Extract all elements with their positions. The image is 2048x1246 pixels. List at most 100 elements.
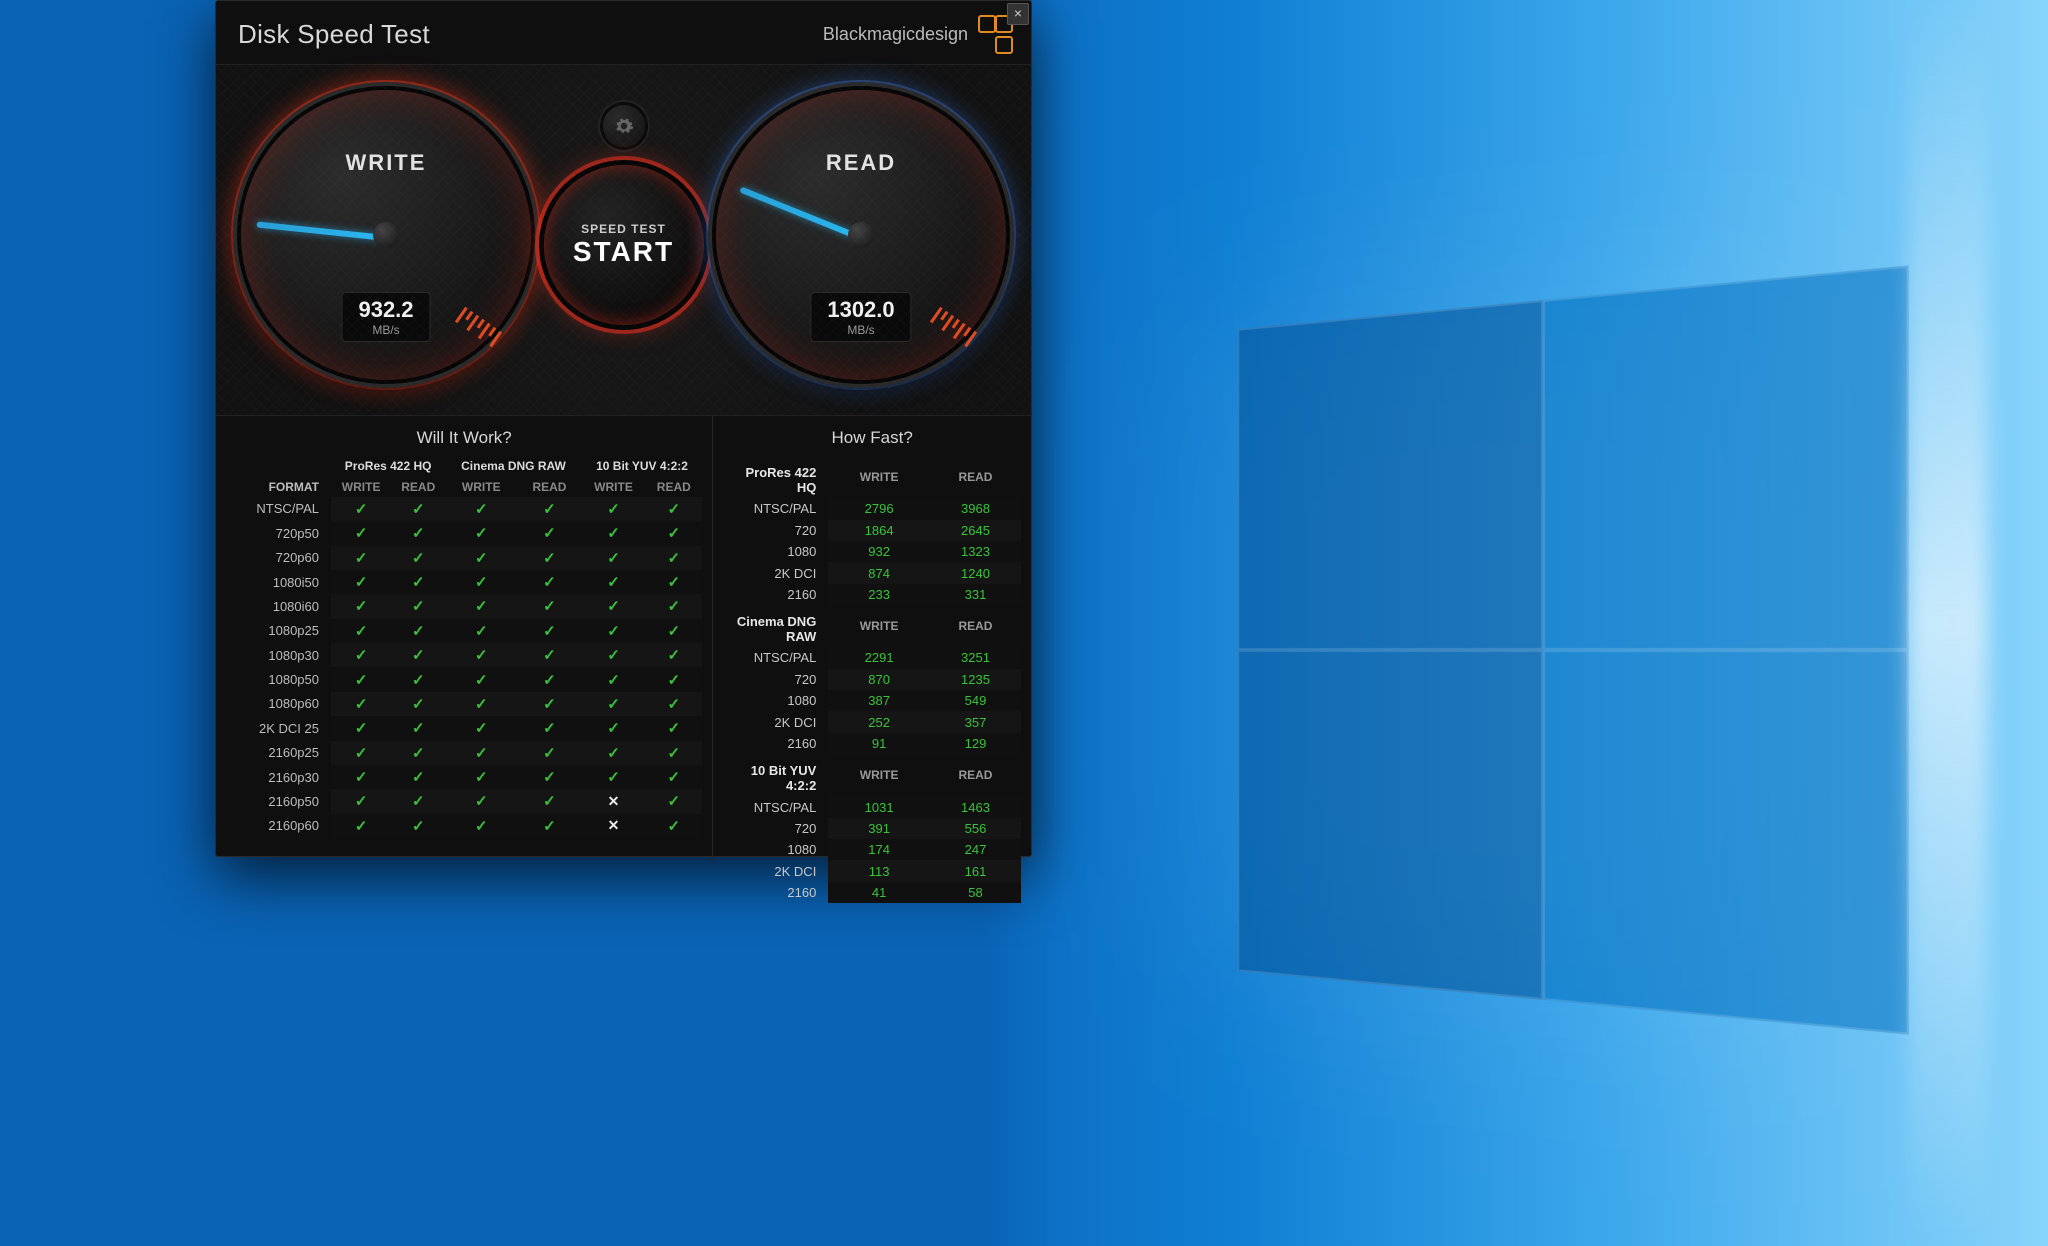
- check-icon: ✓: [475, 501, 488, 518]
- start-button[interactable]: SPEED TEST START: [544, 165, 704, 325]
- check-icon: ✓: [412, 525, 425, 542]
- howfast-label: 720: [723, 520, 828, 541]
- subcol-header: READ: [517, 476, 581, 496]
- check-icon: ✓: [412, 501, 425, 518]
- check-icon: ✓: [475, 793, 488, 810]
- howfast-read: 247: [930, 839, 1021, 860]
- format-label: 1080p30: [226, 643, 331, 667]
- check-icon: ✓: [607, 574, 620, 591]
- support-cell: ✓: [391, 667, 445, 691]
- support-cell: ✓: [517, 667, 581, 691]
- start-line2: START: [573, 236, 674, 268]
- howfast-read: 3251: [930, 647, 1021, 668]
- check-icon: ✓: [668, 745, 681, 762]
- titlebar: Disk Speed Test Blackmagicdesign: [216, 1, 1031, 64]
- format-header: FORMAT: [226, 476, 331, 496]
- check-icon: ✓: [412, 598, 425, 615]
- settings-gear-icon[interactable]: [603, 105, 645, 147]
- check-icon: ✓: [355, 574, 368, 591]
- support-cell: ✓: [582, 716, 646, 740]
- howfast-label: 1080: [723, 690, 828, 711]
- howfast-label: 720: [723, 818, 828, 839]
- windows-logo-icon: [1238, 265, 1909, 1034]
- support-cell: ✓: [582, 643, 646, 667]
- write-gauge: WRITE 932.2 MB/s: [241, 90, 531, 380]
- check-icon: ✓: [355, 720, 368, 737]
- howfast-write: 391: [828, 818, 930, 839]
- check-icon: ✓: [412, 623, 425, 640]
- check-icon: ✓: [355, 598, 368, 615]
- howfast-label: 720: [723, 669, 828, 690]
- write-gauge-label: WRITE: [241, 150, 531, 176]
- check-icon: ✓: [543, 598, 556, 615]
- support-cell: ✓: [331, 521, 391, 545]
- howfast-read: 1323: [930, 541, 1021, 562]
- format-label: 2K DCI 25: [226, 716, 331, 740]
- check-icon: ✓: [543, 525, 556, 542]
- support-cell: ✓: [517, 643, 581, 667]
- check-icon: ✓: [355, 623, 368, 640]
- check-icon: ✓: [543, 696, 556, 713]
- howfast-write: 1031: [828, 796, 930, 817]
- support-cell: ✓: [517, 546, 581, 570]
- check-icon: ✓: [355, 525, 368, 542]
- support-cell: ✓: [331, 692, 391, 716]
- check-icon: ✓: [543, 623, 556, 640]
- subcol-header: READ: [391, 476, 445, 496]
- will-it-work-title: Will It Work?: [226, 422, 702, 456]
- support-cell: ✓: [645, 570, 702, 594]
- howfast-label: 2K DCI: [723, 711, 828, 732]
- check-icon: ✓: [543, 574, 556, 591]
- format-label: 720p50: [226, 521, 331, 545]
- howfast-read: 357: [930, 711, 1021, 732]
- check-icon: ✓: [607, 501, 620, 518]
- support-cell: ✓: [391, 594, 445, 618]
- support-cell: ✓: [582, 741, 646, 765]
- how-fast-title: How Fast?: [723, 422, 1021, 456]
- howfast-col: WRITE: [828, 456, 930, 498]
- support-cell: ✓: [517, 789, 581, 813]
- read-gauge: READ 1302.0 MB/s: [716, 90, 1006, 380]
- check-icon: ✓: [355, 745, 368, 762]
- check-icon: ✓: [607, 745, 620, 762]
- check-icon: ✓: [412, 720, 425, 737]
- support-cell: ✓: [331, 667, 391, 691]
- close-icon[interactable]: ×: [1007, 3, 1029, 25]
- support-cell: ✓: [445, 789, 517, 813]
- support-cell: ✓: [445, 741, 517, 765]
- check-icon: ✓: [412, 745, 425, 762]
- check-icon: ✓: [412, 793, 425, 810]
- check-icon: ✓: [668, 598, 681, 615]
- support-cell: ✓: [645, 594, 702, 618]
- support-cell: ✓: [331, 546, 391, 570]
- check-icon: ✓: [475, 598, 488, 615]
- support-cell: ✓: [517, 619, 581, 643]
- support-cell: ✓: [391, 497, 445, 521]
- will-it-work-panel: Will It Work? ProRes 422 HQCinema DNG RA…: [216, 416, 713, 861]
- check-icon: ✓: [355, 769, 368, 786]
- format-label: 1080i50: [226, 570, 331, 594]
- support-cell: ✓: [331, 716, 391, 740]
- check-icon: ✓: [412, 769, 425, 786]
- check-icon: ✓: [607, 696, 620, 713]
- howfast-label: NTSC/PAL: [723, 647, 828, 668]
- check-icon: ✓: [355, 696, 368, 713]
- support-cell: ✓: [445, 546, 517, 570]
- howfast-read: 2645: [930, 520, 1021, 541]
- support-cell: ✓: [582, 497, 646, 521]
- check-icon: ✓: [668, 672, 681, 689]
- format-label: 2160p60: [226, 814, 331, 838]
- support-cell: ✓: [391, 692, 445, 716]
- howfast-read: 1235: [930, 669, 1021, 690]
- read-gauge-label: READ: [716, 150, 1006, 176]
- support-cell: ✓: [445, 497, 517, 521]
- support-cell: ✓: [331, 741, 391, 765]
- support-cell: ✓: [517, 594, 581, 618]
- support-cell: ✓: [331, 643, 391, 667]
- support-cell: ✓: [582, 619, 646, 643]
- check-icon: ✓: [412, 574, 425, 591]
- check-icon: ✓: [412, 672, 425, 689]
- codec-header: Cinema DNG RAW: [445, 456, 581, 476]
- support-cell: ✓: [582, 594, 646, 618]
- howfast-label: 2K DCI: [723, 562, 828, 583]
